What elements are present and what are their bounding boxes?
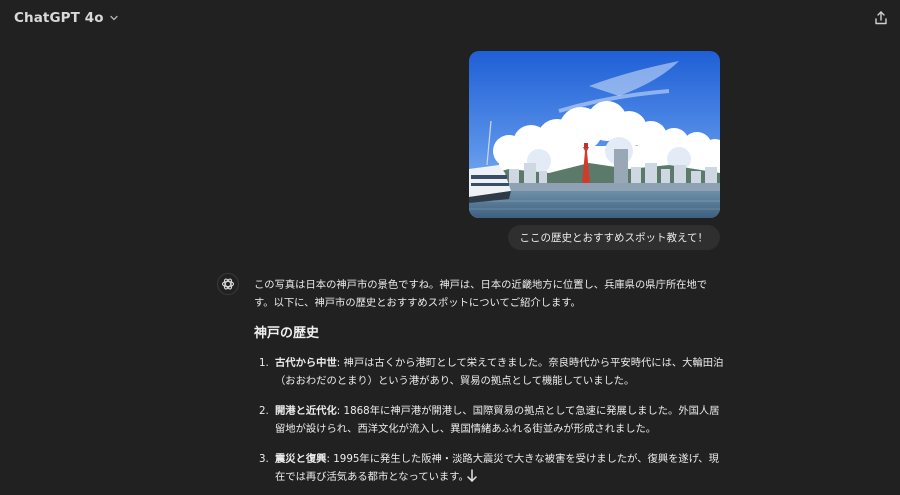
list-item-number: 1.	[259, 357, 269, 369]
list-item: 2. 開港と近代化: 1868年に神戸港が開港し、国際貿易の拠点として急速に発展…	[254, 402, 724, 438]
list-item-text: : 1995年に発生した阪神・淡路大震災で大きな被害を受けましたが、復興を遂げ、…	[275, 453, 719, 483]
header: ChatGPT 4o	[0, 0, 900, 36]
list-item-number: 2.	[259, 405, 269, 417]
list-item: 1. 古代から中世: 神戸は古くから港町として栄えてきました。奈良時代から平安時…	[254, 354, 724, 390]
list-item-term: 開港と近代化	[275, 405, 337, 417]
share-upload-icon	[873, 10, 889, 26]
model-picker-button[interactable]: ChatGPT 4o	[8, 6, 125, 30]
chevron-down-icon	[109, 13, 119, 23]
openai-logo-icon	[217, 273, 239, 295]
user-message-bubble: ここの歴史とおすすめスポット教えて！	[507, 225, 720, 250]
kobe-harbor-photo[interactable]	[469, 51, 720, 218]
list-item-number: 3.	[259, 453, 269, 465]
assistant-message: この写真は日本の神戸市の景色ですね。神戸は、日本の近畿地方に位置し、兵庫県の県庁…	[254, 276, 724, 495]
assistant-intro: この写真は日本の神戸市の景色ですね。神戸は、日本の近畿地方に位置し、兵庫県の県庁…	[254, 279, 708, 309]
model-name: ChatGPT 4o	[14, 10, 104, 26]
scroll-to-bottom-button[interactable]	[459, 463, 485, 489]
list-item-text: : 神戸は古くから港町として栄えてきました。奈良時代から平安時代には、大輪田泊（…	[275, 357, 724, 387]
share-button[interactable]	[870, 7, 892, 29]
chat-page: ChatGPT 4o ここの歴史とおすすめスポット教えて！ この写真は日本の神戸…	[0, 0, 900, 495]
arrow-down-icon	[466, 469, 478, 483]
list-item-term: 古代から中世	[275, 357, 337, 369]
section-heading: 神戸の歴史	[254, 326, 320, 341]
list-item: 3. 震災と復興: 1995年に発生した阪神・淡路大震災で大きな被害を受けました…	[254, 450, 724, 486]
list-item-text: : 1868年に神戸港が開港し、国際貿易の拠点として急速に発展しました。外国人居…	[275, 405, 720, 435]
history-list: 1. 古代から中世: 神戸は古くから港町として栄えてきました。奈良時代から平安時…	[254, 354, 724, 486]
list-item-term: 震災と復興	[275, 453, 327, 465]
